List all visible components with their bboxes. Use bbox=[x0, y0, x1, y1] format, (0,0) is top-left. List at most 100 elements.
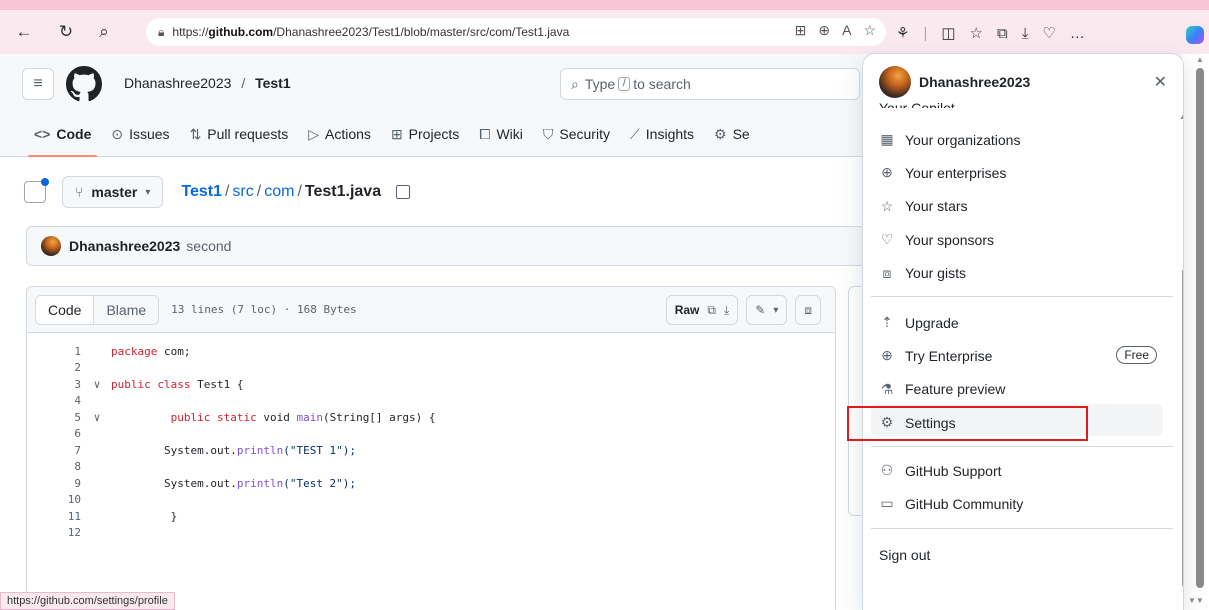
tab-insights[interactable]: ⟋ Insights bbox=[620, 120, 704, 148]
copilot-icon[interactable] bbox=[1186, 26, 1204, 44]
line-number[interactable]: 4 bbox=[27, 394, 83, 407]
line-number[interactable]: 3 bbox=[27, 378, 83, 391]
path-src-link[interactable]: src bbox=[232, 183, 253, 200]
line-number[interactable]: 9 bbox=[27, 477, 83, 490]
avatar[interactable] bbox=[41, 236, 61, 256]
scrollbar-thumb[interactable] bbox=[1196, 68, 1204, 588]
toolbar-divider: | bbox=[923, 24, 928, 42]
code-line: 2 bbox=[27, 360, 835, 377]
line-number[interactable]: 1 bbox=[27, 345, 83, 358]
code-viewer-header: Code Blame 13 lines (7 loc) · 168 Bytes … bbox=[27, 287, 835, 333]
extensions-icon[interactable]: ⚘ bbox=[896, 24, 909, 42]
line-number[interactable]: 7 bbox=[27, 444, 83, 457]
tab-pull-requests[interactable]: ⇅ Pull requests bbox=[180, 120, 299, 148]
line-number[interactable]: 5 bbox=[27, 411, 83, 424]
scroll-up-icon[interactable]: ▲ bbox=[1196, 55, 1204, 64]
file-meta: 13 lines (7 loc) · 168 Bytes bbox=[171, 303, 357, 316]
raw-button[interactable]: Raw bbox=[675, 303, 700, 317]
code-token: System.out. bbox=[163, 476, 237, 490]
code-view-button[interactable]: Code bbox=[36, 295, 95, 324]
scroll-down-icon[interactable]: ▼▼ bbox=[1188, 596, 1204, 605]
owner-link[interactable]: Dhanashree2023 bbox=[124, 75, 231, 91]
favorites-icon[interactable]: ☆ bbox=[970, 24, 983, 42]
code-line: 4 bbox=[27, 393, 835, 410]
tab-actions[interactable]: ▷ Actions bbox=[298, 120, 381, 148]
tab-security[interactable]: ⛉ Security bbox=[533, 120, 620, 148]
line-number[interactable]: 12 bbox=[27, 526, 83, 539]
tab-projects[interactable]: ⊞ Projects bbox=[381, 120, 469, 148]
menu-item-your-copilot[interactable]: Your Copilot bbox=[879, 100, 955, 108]
tab-wiki[interactable]: ⧠ Wiki bbox=[469, 120, 533, 148]
chevron-down-icon[interactable]: ▾ bbox=[773, 305, 778, 316]
menu-item-your-stars[interactable]: ☆ Your stars bbox=[879, 190, 1167, 223]
search-icon[interactable]: ⌕ bbox=[90, 18, 118, 46]
split-screen-icon[interactable]: ◫ bbox=[941, 24, 955, 42]
close-icon[interactable]: ✕ bbox=[1154, 72, 1167, 92]
menu-item-label: Feature preview bbox=[905, 381, 1006, 398]
tab-code[interactable]: <> Code bbox=[24, 120, 101, 157]
menu-item-upgrade[interactable]: ⇡ Upgrade bbox=[879, 306, 1167, 339]
line-number[interactable]: 8 bbox=[27, 460, 83, 473]
github-logo-icon[interactable] bbox=[66, 66, 102, 102]
menu-item-feature-preview[interactable]: ⚗ Feature preview bbox=[879, 373, 1167, 406]
collections-icon[interactable]: ⧉ bbox=[997, 25, 1008, 42]
chevron-down-icon: ▾ bbox=[145, 186, 151, 198]
menu-item-github-community[interactable]: ▭ GitHub Community bbox=[879, 487, 1167, 520]
back-arrow-icon[interactable]: ← bbox=[10, 18, 38, 46]
menu-item-your-sponsors[interactable]: ♡ Your sponsors bbox=[879, 223, 1167, 256]
download-icon[interactable]: ⤓ bbox=[724, 303, 729, 318]
commit-message[interactable]: second bbox=[186, 238, 231, 254]
read-aloud-icon[interactable]: A bbox=[842, 22, 851, 39]
search-suffix: to search bbox=[633, 76, 691, 92]
path-com-link[interactable]: com bbox=[264, 183, 294, 200]
menu-item-your-enterprises[interactable]: ⊕ Your enterprises bbox=[879, 156, 1167, 189]
copy-path-icon[interactable] bbox=[395, 184, 410, 199]
file-navigation-bar: ⑂ master ▾ Test1/src / com / Test1.java bbox=[24, 174, 410, 210]
sign-out-menu-item[interactable]: Sign out bbox=[879, 538, 1167, 571]
reader-icon[interactable]: ⊞ bbox=[795, 22, 807, 39]
blame-view-button[interactable]: Blame bbox=[94, 295, 159, 324]
symbols-button[interactable]: ⧈ bbox=[795, 295, 821, 325]
line-number[interactable]: 6 bbox=[27, 427, 83, 440]
file-tree-toggle-icon[interactable] bbox=[24, 178, 49, 203]
favorite-star-icon[interactable]: ☆ bbox=[863, 22, 876, 39]
performance-icon[interactable]: ♡ bbox=[1042, 24, 1055, 42]
branch-selector[interactable]: ⑂ master ▾ bbox=[62, 176, 164, 208]
pencil-icon[interactable]: ✎ bbox=[755, 303, 765, 317]
commit-author[interactable]: Dhanashree2023 bbox=[69, 238, 180, 254]
menu-scrollbar-thumb[interactable] bbox=[1182, 268, 1183, 588]
menu-item-try-enterprise[interactable]: ⊕ Try Enterprise Free bbox=[879, 339, 1167, 372]
upload-icon: ⇡ bbox=[881, 314, 893, 330]
search-input[interactable]: ⌕ Type / to search bbox=[560, 68, 860, 100]
star-icon: ☆ bbox=[880, 197, 894, 214]
zoom-icon[interactable]: ⊕ bbox=[818, 22, 830, 39]
fold-chevron-icon[interactable]: ∨ bbox=[83, 411, 111, 424]
downloads-icon[interactable]: ⤓ bbox=[1022, 25, 1029, 42]
menu-item-your-organizations[interactable]: ▦ Your organizations bbox=[879, 123, 1167, 156]
pull-request-icon: ⇅ bbox=[189, 125, 202, 142]
menu-item-your-gists[interactable]: ⧈ Your gists bbox=[879, 257, 1167, 290]
more-menu-icon[interactable]: … bbox=[1070, 25, 1085, 42]
code-token: println bbox=[236, 476, 284, 490]
address-bar[interactable]: 🔒︎ https://github.com/Dhanashree2023/Tes… bbox=[146, 18, 886, 46]
menu-item-label: Your enterprises bbox=[905, 164, 1007, 181]
repo-link[interactable]: Test1 bbox=[255, 75, 291, 91]
tab-settings[interactable]: ⚙ Se bbox=[704, 120, 760, 148]
settings-highlight-annotation bbox=[847, 406, 1088, 441]
menu-scroll-up-icon[interactable]: ▲ bbox=[1179, 112, 1183, 121]
line-number[interactable]: 10 bbox=[27, 493, 83, 506]
fold-chevron-icon[interactable]: ∨ bbox=[83, 378, 111, 391]
hamburger-menu-icon[interactable]: ≡ bbox=[22, 68, 54, 100]
url-host: github.com bbox=[208, 25, 274, 39]
issue-icon: ⊙ bbox=[111, 125, 124, 142]
refresh-icon[interactable]: ↻ bbox=[52, 18, 80, 46]
avatar[interactable] bbox=[879, 66, 911, 98]
path-repo-link[interactable]: Test1 bbox=[181, 183, 222, 200]
menu-item-github-support[interactable]: ⚇ GitHub Support bbox=[879, 454, 1167, 487]
line-number[interactable]: 11 bbox=[27, 510, 83, 523]
copy-icon[interactable]: ⧉ bbox=[707, 303, 716, 318]
tab-issues[interactable]: ⊙ Issues bbox=[101, 120, 179, 148]
code-line: 1 package com; bbox=[27, 343, 835, 360]
line-number[interactable]: 2 bbox=[27, 361, 83, 374]
